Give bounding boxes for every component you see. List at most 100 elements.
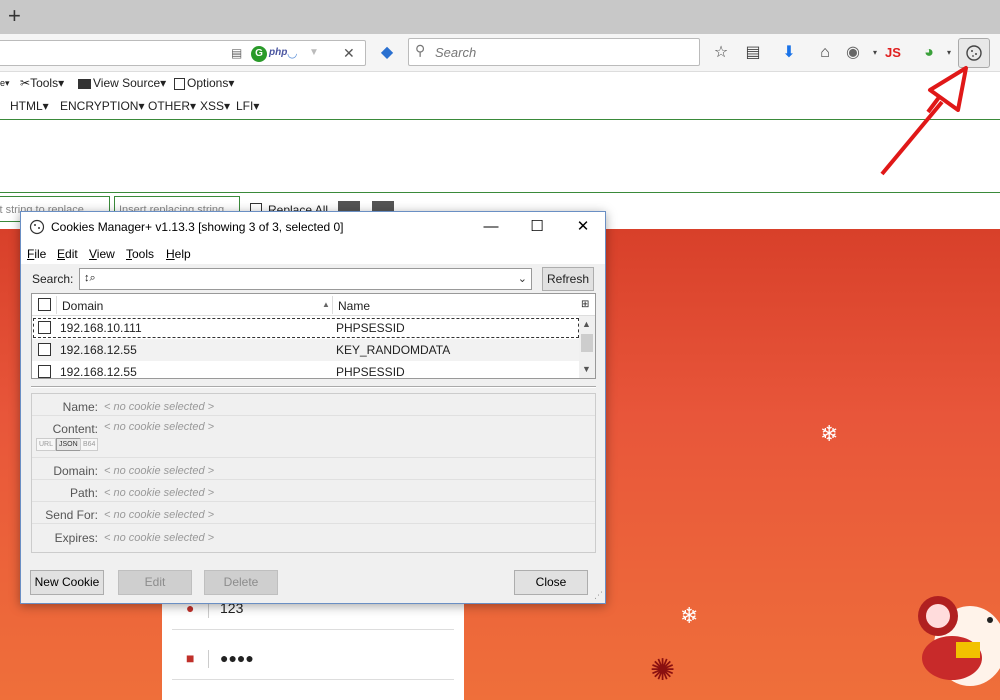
cookies-manager-dialog: Cookies Manager+ v1.13.3 [showing 3 of 3… (20, 211, 606, 604)
download-icon[interactable]: ⬇ (778, 42, 800, 64)
tools-icon: ✂ (20, 76, 31, 90)
detail-row-content: Content: < no cookie selected > URL JSON… (32, 416, 595, 458)
menu-xss[interactable]: XSS▾ (200, 99, 230, 113)
wappalyzer-icon: ◡ (287, 46, 298, 60)
format-json-toggle[interactable]: JSON (56, 438, 81, 451)
cookie-details-panel: Name: < no cookie selected > Content: < … (31, 393, 596, 553)
hackbar-url-textarea[interactable] (0, 120, 1000, 192)
overflow-menu-icon[interactable]: ▾ (992, 42, 1000, 64)
close-button[interactable]: Close (514, 570, 588, 595)
view-source-icon (78, 78, 91, 89)
menu-lfi[interactable]: LFI▾ (236, 99, 259, 113)
divider (208, 650, 209, 668)
search-row: Search: ↕⌕ ⌄ Refresh (21, 264, 605, 294)
row-checkbox[interactable] (38, 365, 51, 378)
detail-label: Content: (52, 422, 98, 436)
list-header: Domain ▲ Name ⊞ (32, 294, 595, 316)
url-bar[interactable]: ▤ G php ◡ ▼ ✕ (0, 40, 366, 66)
cookie-domain: 192.168.12.55 (60, 343, 137, 357)
close-window-button[interactable]: ✕ (565, 216, 601, 238)
detail-value: < no cookie selected > (104, 421, 215, 433)
scrollbar-thumb[interactable] (581, 334, 593, 352)
table-row[interactable]: 192.168.12.55 KEY_RANDOMDATA (32, 339, 580, 361)
scroll-up-icon[interactable]: ▲ (582, 319, 591, 329)
globe-icon[interactable]: ◉ (842, 42, 864, 64)
new-cookie-button[interactable]: New Cookie (30, 570, 104, 595)
list-scrollbar[interactable]: ▲ ▼ (579, 316, 595, 378)
table-row[interactable]: 192.168.12.55 PHPSESSID (32, 361, 580, 379)
column-name[interactable]: Name (338, 299, 370, 313)
menu-edit[interactable]: Edit (57, 247, 78, 261)
new-tab-button[interactable]: + (8, 4, 21, 28)
firework-icon: ✺ (650, 654, 676, 687)
cookie-name: PHPSESSID (336, 321, 405, 335)
filter-icon: ↕⌕ (84, 272, 96, 284)
annotation-arrow (880, 66, 968, 176)
menu-encryption[interactable]: ENCRYPTION▾ (60, 99, 145, 113)
cookie-icon (29, 219, 45, 238)
reading-list-icon[interactable]: ▤ (742, 42, 764, 64)
detail-row-send-for: Send For: < no cookie selected > (32, 502, 595, 524)
row-checkbox[interactable] (38, 343, 51, 356)
home-icon[interactable]: ⌂ (814, 42, 836, 64)
menu-html[interactable]: HTML▾ (10, 99, 49, 113)
detail-label: Domain: (53, 464, 98, 478)
cookie-name: PHPSESSID (336, 365, 405, 379)
column-picker-icon[interactable]: ⊞ (581, 299, 589, 310)
detail-label: Expires: (54, 531, 98, 545)
row-checkbox[interactable] (38, 321, 51, 334)
search-box[interactable]: ⚲ Search (408, 38, 700, 66)
column-domain[interactable]: Domain (62, 299, 103, 313)
php-icon: php (269, 47, 288, 58)
bird-icon[interactable]: ◆ (376, 42, 398, 64)
cookie-name: KEY_RANDOMDATA (336, 343, 451, 357)
divider (332, 296, 333, 314)
hackbar-menu-bar: HTML▾ ENCRYPTION▾ OTHER▾ XSS▾ LFI▾ (0, 96, 1000, 118)
tab-strip: + (0, 0, 1000, 34)
table-row[interactable]: 192.168.10.111 PHPSESSID (32, 317, 580, 339)
password-row[interactable]: ■ ●●●● (172, 640, 454, 680)
scroll-down-icon[interactable]: ▼ (582, 364, 591, 374)
password-value[interactable]: ●●●● (220, 650, 254, 666)
resize-grip-icon[interactable]: ⋰ (594, 590, 603, 601)
detail-label: Send For: (45, 508, 98, 522)
options-icon (174, 77, 185, 90)
g-icon: G (251, 46, 267, 62)
sort-ascending-icon: ▲ (322, 300, 330, 309)
bookmark-star-icon[interactable]: ☆ (710, 42, 732, 64)
view-source-menu[interactable]: View Source▾ (78, 76, 166, 90)
refresh-button[interactable]: Refresh (542, 267, 594, 291)
select-all-checkbox[interactable] (38, 298, 51, 311)
menu-other[interactable]: OTHER▾ (148, 99, 196, 113)
hackbar-menu-arrow-icon[interactable]: e▾ (0, 78, 10, 89)
cookie-domain: 192.168.10.111 (60, 321, 142, 335)
chevron-down-icon[interactable]: ⌄ (518, 272, 527, 285)
format-b64-toggle[interactable]: B64 (80, 438, 99, 451)
detail-value: < no cookie selected > (104, 532, 215, 544)
edit-button[interactable]: Edit (118, 570, 192, 595)
maximize-button[interactable]: ☐ (519, 216, 555, 238)
delete-button[interactable]: Delete (204, 570, 278, 595)
menu-tools[interactable]: Tools (126, 247, 154, 261)
tools-menu[interactable]: ✂Tools▾ (20, 76, 64, 90)
search-select[interactable]: ↕⌕ ⌄ (79, 268, 532, 290)
menu-file[interactable]: File (27, 247, 46, 261)
menu-view[interactable]: View (89, 247, 115, 261)
minimize-button[interactable]: — (473, 216, 509, 238)
dialog-title-bar[interactable]: Cookies Manager+ v1.13.3 [showing 3 of 3… (21, 212, 605, 242)
search-label: Search: (32, 272, 74, 286)
clear-url-icon[interactable]: ✕ (343, 44, 355, 62)
detail-value: < no cookie selected > (104, 465, 215, 477)
panel-splitter[interactable] (31, 386, 596, 388)
format-url-toggle[interactable]: URL (36, 438, 57, 451)
detail-label: Path: (69, 486, 98, 500)
dialog-title: Cookies Manager+ v1.13.3 [showing 3 of 3… (51, 220, 344, 234)
cookies-list[interactable]: Domain ▲ Name ⊞ 192.168.10.111 PHPSESSID… (31, 293, 596, 379)
detail-value: < no cookie selected > (104, 401, 215, 413)
menu-help[interactable]: Help (166, 247, 191, 261)
snowflake-icon: ❄ (820, 421, 839, 446)
detail-row-expires: Expires: < no cookie selected > (32, 524, 595, 548)
search-placeholder: Search (435, 45, 477, 60)
dropdown-arrow-icon[interactable]: ▼ (309, 44, 319, 62)
options-menu[interactable]: Options▾ (174, 76, 234, 90)
